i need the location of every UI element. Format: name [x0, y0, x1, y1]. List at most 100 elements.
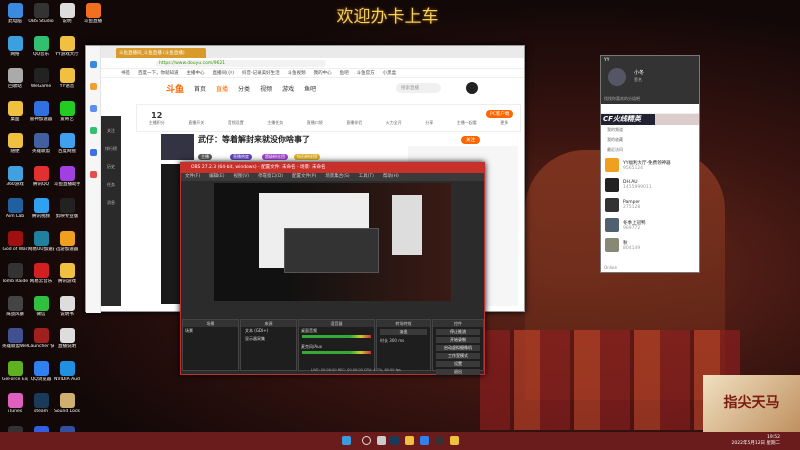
desktop-icon[interactable]: 斗鱼直播 [80, 3, 106, 24]
obs-control-button[interactable]: 停止推流 [436, 329, 480, 335]
chat-section[interactable]: 我的频道 [601, 125, 699, 135]
obs-menu-item[interactable]: 文件(F) [185, 173, 200, 181]
desktop-icon[interactable]: 网络 [2, 35, 28, 57]
channel-item[interactable]: 冬季上冠鸭 969772 [601, 215, 699, 235]
desktop-icon[interactable]: OBS Studio [28, 3, 54, 24]
obs-menu-item[interactable]: 编辑(E) [209, 173, 224, 181]
scene-item[interactable]: 场景 [183, 327, 238, 335]
obs-icon[interactable] [435, 436, 444, 445]
url-input[interactable]: https://www.douyu.com/9621 [156, 60, 326, 67]
obs-menu-item[interactable]: 场景集合(S) [325, 173, 349, 181]
bookmark-item[interactable]: 主播中心 [187, 69, 205, 77]
toolbar-item[interactable]: 直播开关 [188, 111, 204, 126]
desktop-icon[interactable]: 此电脑 [2, 3, 28, 24]
bookmark-item[interactable]: 鱼吧 [340, 69, 349, 77]
desktop-icon[interactable]: 说明 [54, 3, 80, 24]
desktop-icon[interactable]: God of War [2, 230, 28, 252]
promo-banner[interactable]: CF火线精英 [601, 114, 699, 125]
desktop-icon[interactable]: 雷神加速器 [28, 100, 54, 122]
yy-voice-icon[interactable] [450, 436, 459, 445]
desktop-icon[interactable]: 剪映专业版 [54, 198, 80, 219]
app-icon[interactable] [89, 105, 97, 112]
obs-control-button[interactable]: 启动虚拟摄像机 [436, 345, 480, 351]
bookmark-item[interactable]: 书签 [121, 69, 130, 77]
source-item[interactable]: 显示器采集 [241, 335, 296, 343]
desktop-icon[interactable]: steam [28, 393, 54, 414]
site-sidebar-item[interactable]: 消息 [101, 200, 121, 206]
channel-item[interactable]: DH.AU 1455999011 [601, 175, 699, 195]
toolbar-item[interactable]: 12 主播积分 [149, 111, 165, 126]
toolbar-item[interactable]: 音频设置 [228, 111, 244, 126]
search-icon[interactable] [362, 436, 371, 445]
app-icon[interactable] [89, 149, 97, 156]
obs-control-button[interactable]: 工作室模式 [436, 353, 480, 359]
toolbar-item[interactable]: 直播伴侣 [346, 111, 362, 126]
game-ad[interactable]: 指尖天马 [703, 375, 800, 432]
desktop-icon[interactable]: 回收站 [2, 68, 28, 89]
bookmark-item[interactable]: 抖音-记录美好生活 [242, 69, 280, 77]
room-badge[interactable]: 主播 [198, 154, 212, 160]
obs-menu-item[interactable]: 工具(T) [359, 173, 374, 181]
chat-search[interactable]: 找找你喜欢的分组吧 [604, 96, 640, 102]
bookmark-item[interactable]: 斗鱼视频 [288, 69, 306, 77]
desktop-icon[interactable]: YY语音 [54, 68, 80, 89]
desktop-icon[interactable]: 海战风暴 [2, 295, 28, 317]
toolbar-item[interactable]: 主播一起看 [457, 111, 477, 126]
task-view-icon[interactable] [377, 436, 386, 445]
toolbar-item[interactable]: 分享 [425, 111, 433, 126]
toolbar-item[interactable]: 主播任务 [267, 111, 283, 126]
room-badge[interactable]: 直播热度 [230, 154, 252, 160]
obs-menu-item[interactable]: 视图(V) [233, 173, 249, 181]
bookmark-item[interactable]: 直播间(小) [213, 69, 235, 77]
room-badge[interactable]: 超级粉丝团 [262, 154, 288, 160]
desktop-icon[interactable]: YY游戏大厅 [54, 35, 80, 57]
desktop-icon[interactable]: 网易UU加速器 [28, 230, 54, 252]
source-item[interactable]: 文本 (GDI+) [241, 327, 296, 335]
site-search[interactable]: 搜索直播 [396, 83, 441, 93]
desktop-icon[interactable]: 爱奇艺 [54, 100, 80, 122]
desktop-icon[interactable]: 说明书 [54, 295, 80, 317]
desktop-icon[interactable]: 直播说明 [54, 328, 80, 349]
site-logo[interactable]: 斗鱼 [166, 82, 184, 95]
obs-control-button[interactable]: 设置 [436, 361, 480, 367]
desktop-icon[interactable]: 随便 [2, 133, 28, 154]
channel-item[interactable]: 秋 804149 [601, 235, 699, 255]
toolbar-item[interactable]: 火力全开 [386, 111, 402, 126]
yy-icon[interactable] [405, 436, 414, 445]
site-sidebar-item[interactable]: 任务 [101, 182, 121, 188]
nav-item[interactable]: 视频 [260, 84, 272, 93]
chat-section[interactable]: 我的收藏 [601, 135, 699, 145]
channel-item[interactable]: Pamper 275128 [601, 195, 699, 215]
nav-item[interactable]: 首页 [194, 84, 206, 93]
avatar[interactable] [466, 82, 478, 94]
desktop-icon[interactable]: 桌面 [2, 100, 28, 122]
nav-item[interactable]: 游戏 [282, 84, 294, 93]
desktop-icon[interactable]: iTunes [2, 393, 28, 414]
site-sidebar-item[interactable]: 关注 [101, 128, 121, 134]
duration-input[interactable]: 300 ms [389, 338, 404, 343]
nav-item[interactable]: 分类 [238, 84, 250, 93]
room-badge[interactable]: 钻石粉丝团 [294, 154, 320, 160]
desktop-icon[interactable]: 斗鱼直播助手 [54, 165, 80, 187]
transition-select[interactable]: 淡出 [380, 329, 427, 335]
desktop-icon[interactable]: NVIDIA Audio [54, 360, 80, 382]
bookmark-item[interactable]: 我的中心 [314, 69, 332, 77]
steam-icon[interactable] [390, 436, 399, 445]
desktop-icon[interactable]: 英雄联盟 [28, 133, 54, 154]
desktop-icon[interactable]: Launcher 快捷方式 [28, 328, 54, 349]
site-sidebar-item[interactable]: 排行榜 [101, 146, 121, 152]
chat-section[interactable]: 最近访问 [601, 145, 699, 155]
desktop-icon[interactable]: GeForce Experience [2, 360, 28, 382]
desktop-icon[interactable]: WeGame [28, 68, 54, 89]
app-icon[interactable] [89, 83, 97, 90]
app-icon[interactable] [89, 61, 97, 68]
site-sidebar-item[interactable]: 历史 [101, 164, 121, 170]
bookmark-item[interactable]: 小黑盒 [383, 69, 397, 77]
desktop-icon[interactable]: 腾讯视频 [28, 198, 54, 219]
app-icon[interactable] [89, 127, 97, 134]
obs-control-button[interactable]: 退出 [436, 369, 480, 375]
desktop-icon[interactable]: 360游戏 [2, 165, 28, 187]
nav-item[interactable]: 鱼吧 [304, 84, 316, 93]
clock[interactable]: 19:52 2022年5月12日 星期二 [732, 435, 780, 447]
chat-tabs[interactable] [601, 104, 699, 114]
